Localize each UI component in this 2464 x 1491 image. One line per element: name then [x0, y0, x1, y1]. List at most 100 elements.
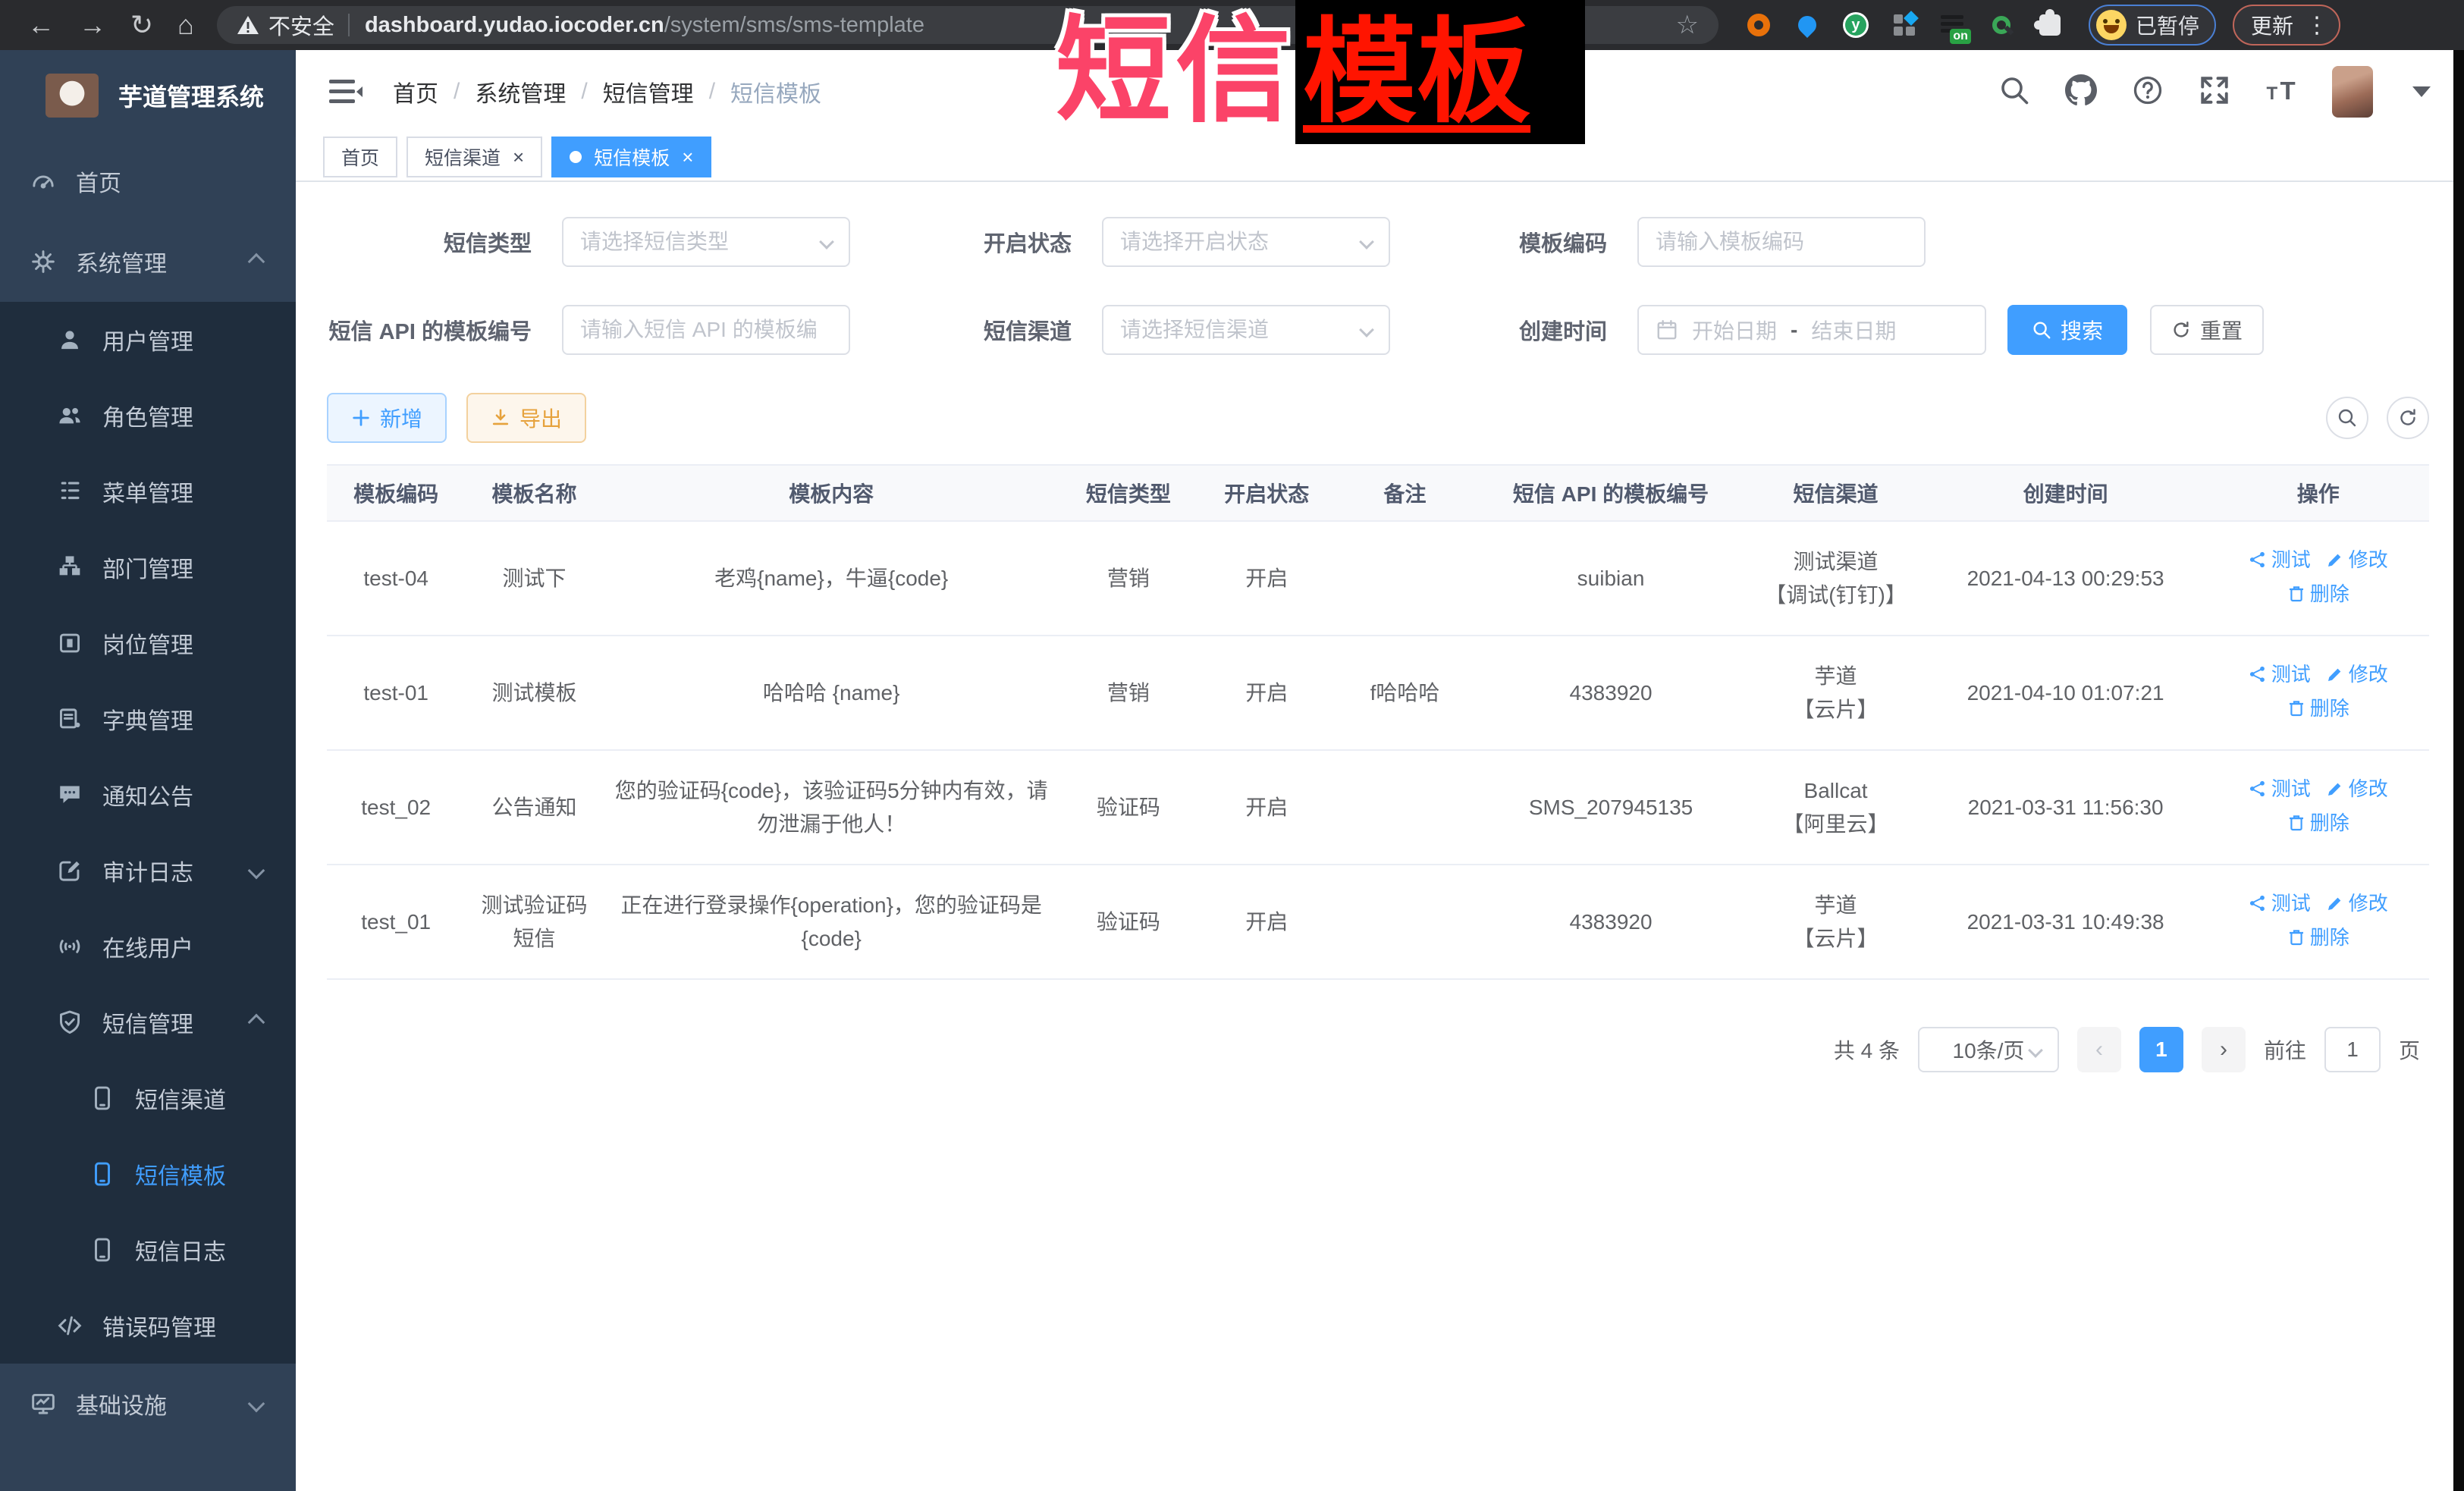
close-icon[interactable]: × — [513, 147, 524, 167]
delete-link[interactable]: 删除 — [2287, 922, 2349, 953]
phone-icon — [89, 1237, 115, 1263]
brand-title: 芋道管理系统 — [118, 78, 264, 113]
list-on-extension-icon[interactable]: on — [1940, 12, 1966, 38]
search-button[interactable]: 搜索 — [2007, 305, 2127, 355]
sidebar-item-notices[interactable]: 通知公告 — [0, 757, 296, 833]
forward-icon[interactable]: → — [79, 11, 106, 39]
table-toolbar: 新增 导出 — [327, 393, 2429, 443]
sidebar-group-sms[interactable]: 短信管理 — [0, 984, 296, 1060]
chrome-update-button[interactable]: 更新 ⋮ — [2233, 5, 2340, 46]
sidebar-item-home[interactable]: 首页 — [0, 141, 296, 221]
chevron-up-icon — [248, 253, 265, 271]
sidebar-item-sms-log[interactable]: 短信日志 — [0, 1212, 296, 1288]
edit-link[interactable]: 修改 — [2326, 659, 2388, 689]
chat-bubble-icon — [57, 782, 83, 808]
calendar-icon — [1656, 319, 1678, 341]
current-page[interactable]: 1 — [2139, 1027, 2183, 1072]
refresh-table-button[interactable] — [2387, 397, 2429, 439]
delete-link[interactable]: 删除 — [2287, 579, 2349, 609]
sidebar-item-dictionary[interactable]: 字典管理 — [0, 681, 296, 757]
test-link[interactable]: 测试 — [2249, 659, 2311, 689]
search-icon[interactable] — [1998, 74, 2030, 110]
sidebar-group-infrastructure[interactable]: 基础设施 — [0, 1364, 296, 1444]
orange-ring-extension-icon[interactable] — [1746, 12, 1772, 38]
breadcrumb-home[interactable]: 首页 — [393, 75, 438, 108]
fullscreen-icon[interactable] — [2199, 74, 2230, 110]
goto-page-input[interactable]: 1 — [2324, 1027, 2381, 1072]
profile-paused-badge[interactable]: 已暂停 — [2089, 5, 2216, 46]
tab-sms-channel[interactable]: 短信渠道 × — [406, 137, 542, 177]
refresh-icon — [2171, 320, 2191, 340]
github-icon[interactable] — [2065, 74, 2097, 110]
sidebar-item-positions[interactable]: 岗位管理 — [0, 605, 296, 681]
sidebar-group-system[interactable]: 系统管理 — [0, 221, 296, 302]
table-row: test_02 公告通知 您的验证码{code}，该验证码5分钟内有效，请勿泄漏… — [327, 750, 2429, 865]
puzzle-extensions-icon[interactable] — [2037, 12, 2063, 38]
test-link[interactable]: 测试 — [2249, 774, 2311, 804]
start-date-placeholder[interactable]: 开始日期 — [1692, 315, 1777, 345]
font-size-icon[interactable]: TT — [2265, 74, 2297, 110]
sidebar-item-online-users[interactable]: 在线用户 — [0, 909, 296, 984]
tab-bar: 首页 短信渠道 × 短信模板 × — [296, 133, 2464, 182]
breadcrumb-system[interactable]: 系统管理 — [475, 75, 566, 108]
badge-icon — [57, 630, 83, 656]
scrollbar-strip[interactable] — [2453, 50, 2464, 1491]
home-icon[interactable]: ⌂ — [177, 11, 194, 39]
sidebar-group-audit-log[interactable]: 审计日志 — [0, 833, 296, 909]
test-link[interactable]: 测试 — [2249, 888, 2311, 918]
sidebar-item-error-codes[interactable]: 错误码管理 — [0, 1288, 296, 1364]
edit-link[interactable]: 修改 — [2326, 545, 2388, 575]
end-date-placeholder[interactable]: 结束日期 — [1811, 315, 1896, 345]
delete-link[interactable]: 删除 — [2287, 693, 2349, 724]
hamburger-icon[interactable] — [329, 78, 363, 105]
edit-link[interactable]: 修改 — [2326, 774, 2388, 804]
test-link[interactable]: 测试 — [2249, 545, 2311, 575]
sidebar-item-roles[interactable]: 角色管理 — [0, 378, 296, 454]
show-search-button[interactable] — [2326, 397, 2368, 439]
bookmark-star-icon[interactable]: ☆ — [1675, 10, 1698, 40]
grid-extension-icon[interactable] — [1891, 12, 1917, 38]
url-text: dashboard.yudao.iocoder.cn/system/sms/sm… — [365, 13, 924, 38]
close-icon[interactable]: × — [682, 147, 693, 167]
next-page-button[interactable]: › — [2202, 1027, 2246, 1072]
reload-icon[interactable]: ↻ — [130, 11, 153, 39]
pencil-icon — [2326, 894, 2344, 912]
caret-down-icon[interactable] — [2412, 86, 2431, 97]
export-button[interactable]: 导出 — [466, 393, 586, 443]
avatar[interactable] — [2332, 66, 2373, 118]
green-y-extension-icon[interactable]: y — [1843, 12, 1869, 38]
edit-square-icon — [57, 858, 83, 884]
security-label: 不安全 — [268, 9, 334, 41]
monitor-chart-icon — [30, 1391, 56, 1417]
template-code-input[interactable] — [1637, 217, 1926, 267]
reset-button[interactable]: 重置 — [2150, 305, 2264, 355]
help-icon[interactable] — [2132, 74, 2164, 110]
edit-link[interactable]: 修改 — [2326, 888, 2388, 918]
sms-type-select[interactable] — [562, 217, 850, 267]
status-select[interactable] — [1102, 217, 1390, 267]
sidebar-item-sms-template[interactable]: 短信模板 — [0, 1136, 296, 1212]
sidebar-item-departments[interactable]: 部门管理 — [0, 529, 296, 605]
blue-pin-extension-icon[interactable] — [1794, 12, 1820, 38]
breadcrumb-sms[interactable]: 短信管理 — [603, 75, 694, 108]
sidebar-item-sms-channel[interactable]: 短信渠道 — [0, 1060, 296, 1136]
page-unit-label: 页 — [2399, 1034, 2420, 1065]
address-bar[interactable]: 不安全 dashboard.yudao.iocoder.cn/system/sm… — [217, 6, 1719, 44]
add-button[interactable]: 新增 — [327, 393, 447, 443]
chevron-down-icon — [2028, 1043, 2043, 1058]
sidebar-item-users[interactable]: 用户管理 — [0, 302, 296, 378]
svg-text:T: T — [2267, 83, 2278, 104]
page-size-select[interactable]: 10条/页 — [1918, 1027, 2059, 1072]
create-time-range[interactable]: 开始日期 - 结束日期 — [1637, 305, 1986, 355]
prev-page-button[interactable]: ‹ — [2077, 1027, 2121, 1072]
sidebar-item-menus[interactable]: 菜单管理 — [0, 454, 296, 529]
api-template-id-input[interactable] — [562, 305, 850, 355]
channel-select[interactable] — [1102, 305, 1390, 355]
tab-sms-template[interactable]: 短信模板 × — [551, 137, 711, 177]
sms-template-table: 模板编码 模板名称 模板内容 短信类型 开启状态 备注 短信 API 的模板编号… — [327, 464, 2429, 980]
menu-dots-icon[interactable]: ⋮ — [2305, 12, 2328, 39]
delete-link[interactable]: 删除 — [2287, 808, 2349, 838]
green-magnifier-extension-icon[interactable] — [1988, 12, 2014, 38]
tab-home[interactable]: 首页 — [323, 137, 397, 177]
back-icon[interactable]: ← — [27, 11, 55, 39]
